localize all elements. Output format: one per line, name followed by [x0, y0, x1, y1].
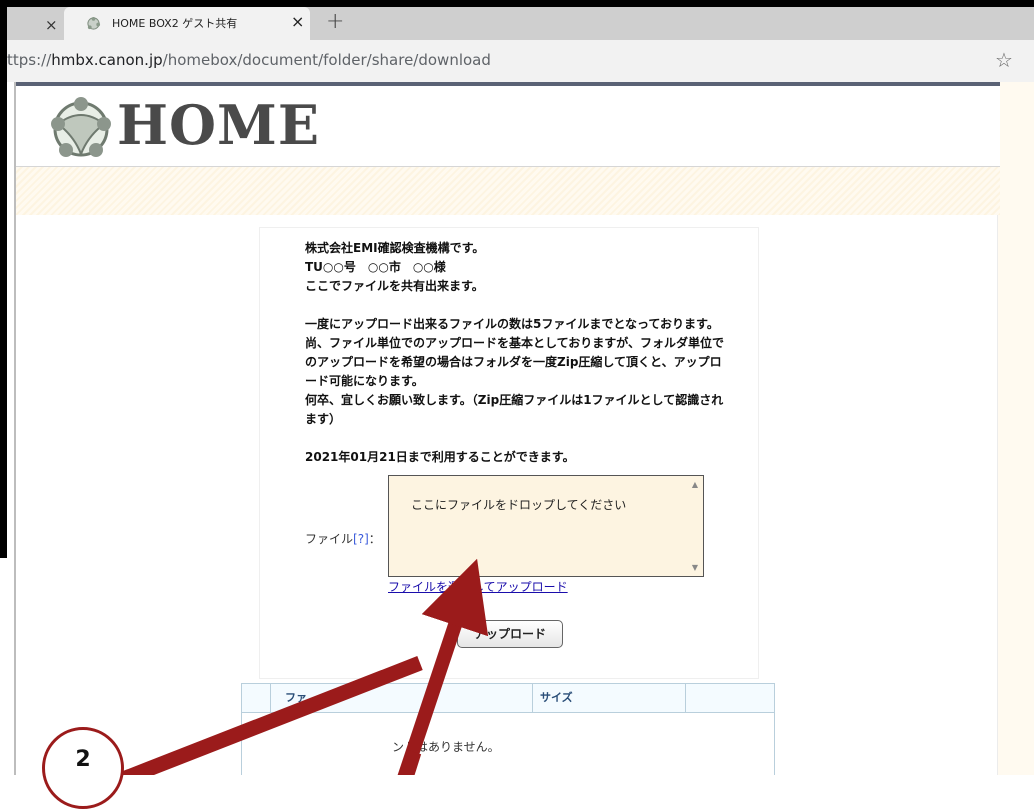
- url-host: hmbx.canon.jp: [51, 51, 163, 69]
- close-previous-tab-icon[interactable]: ×: [45, 16, 58, 34]
- message-line: TU○○号 ○○市 ○○様: [305, 260, 446, 274]
- new-tab-icon[interactable]: +: [326, 9, 344, 34]
- home-box-logo-icon: [51, 97, 111, 157]
- availability-text: 2021年01月21日まで利用することができます。: [305, 450, 575, 464]
- browser-tab-strip: × HOME BOX2 ゲスト共有 × +: [7, 7, 1034, 40]
- size-column-header[interactable]: サイズ: [534, 684, 686, 712]
- share-panel: 株式会社EMI確認検査機構です。 TU○○号 ○○市 ○○様 ここでファイルを共…: [259, 227, 759, 679]
- message-line: 一度にアップロード出来るファイルの数は5ファイルまでとなっております。: [305, 317, 719, 331]
- logo-header: HOME: [16, 86, 1000, 167]
- page-viewport: HOME 株式会社EMI確認検査機構です。 TU○○号 ○○市 ○○様 ここでフ…: [7, 82, 1034, 775]
- extra-column-header: [687, 684, 774, 712]
- close-tab-icon[interactable]: ×: [291, 12, 304, 31]
- address-bar[interactable]: ttps://hmbx.canon.jp/homebox/document/fo…: [7, 40, 1034, 82]
- page-right-strip: [997, 82, 1034, 775]
- file-table-header: ファ サイズ: [242, 684, 774, 713]
- logo-text: HOME: [117, 93, 320, 157]
- file-help-link[interactable]: [?]: [353, 532, 369, 546]
- url-text[interactable]: ttps://hmbx.canon.jp/homebox/document/fo…: [7, 51, 491, 69]
- screenshot-frame-left: [0, 0, 7, 558]
- url-scheme: ttps://: [7, 51, 52, 69]
- message-line: 尚、ファイル単位でのアップロードを基本としておりますが、フォルダ単位でのアップロ…: [305, 336, 725, 388]
- dropzone-text: ここにファイルをドロップしてください: [411, 498, 627, 512]
- header-band: [16, 167, 1000, 215]
- step-badge: 2: [42, 727, 124, 809]
- message-line: 何卒、宜しくお願い致します。（Zip圧縮ファイルは1ファイルとして認識されます）: [305, 393, 724, 426]
- empty-table-message: ントはありません。: [392, 740, 500, 754]
- url-path: /homebox/document/folder/share/download: [162, 51, 491, 69]
- browser-tab-active[interactable]: HOME BOX2 ゲスト共有 ×: [64, 7, 310, 40]
- screenshot-frame-top: [0, 0, 1034, 7]
- file-label-colon: ：: [368, 532, 381, 546]
- file-label: ファイル[?]：: [305, 530, 381, 547]
- share-message: 株式会社EMI確認検査機構です。 TU○○号 ○○市 ○○様 ここでファイルを共…: [305, 239, 730, 429]
- name-column-header[interactable]: ファ: [271, 684, 533, 712]
- select-column-header: [242, 684, 271, 712]
- file-drop-zone[interactable]: ここにファイルをドロップしてください ▲ ▼: [388, 475, 704, 577]
- tab-title: HOME BOX2 ゲスト共有: [112, 17, 238, 30]
- step-number: 2: [75, 747, 91, 772]
- message-line: 株式会社EMI確認検査機構です。: [305, 241, 485, 255]
- scroll-up-icon[interactable]: ▲: [692, 480, 698, 489]
- file-label-text: ファイル: [305, 532, 354, 546]
- file-table: ファ サイズ ントはありません。: [241, 683, 775, 775]
- message-line: ここでファイルを共有出来ます。: [305, 279, 484, 293]
- favicon-icon: [87, 16, 101, 30]
- select-file-link[interactable]: ファイルを選択してアップロード: [388, 578, 568, 595]
- scroll-down-icon[interactable]: ▼: [692, 563, 698, 572]
- upload-button[interactable]: アップロード: [457, 620, 563, 648]
- bookmark-star-icon[interactable]: ☆: [995, 48, 1013, 72]
